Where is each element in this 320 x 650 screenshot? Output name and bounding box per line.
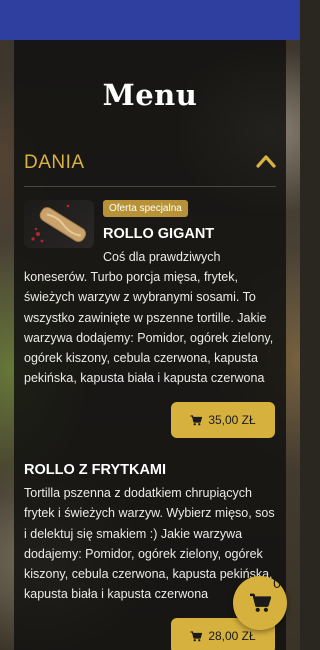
item-name: ROLLO Z FRYTKAMI: [24, 462, 167, 478]
special-offer-badge: Oferta specjalna: [103, 200, 188, 217]
price-label: 28,00 ZŁ: [208, 629, 256, 643]
section-title: DANIA: [24, 152, 85, 173]
cart-count-badge: 0: [273, 575, 281, 591]
section-divider: [24, 186, 276, 187]
status-bar: [0, 0, 300, 40]
add-to-cart-button[interactable]: 35,00 ZŁ: [171, 402, 275, 438]
section-header-dania[interactable]: DANIA: [24, 150, 278, 180]
page-title: Menu: [102, 78, 198, 112]
item-name: ROLLO GIGANT: [103, 226, 215, 242]
item-description: koneserów. Turbo porcja mięsa, frytek, ś…: [24, 270, 274, 386]
cart-icon: [190, 414, 203, 425]
item-image-rollo-gigant[interactable]: [24, 200, 94, 248]
cart-icon: [190, 630, 203, 641]
cart-icon: [250, 593, 271, 612]
price-label: 35,00 ZŁ: [208, 413, 256, 427]
item-description-first-line: Coś dla prawdziwych: [103, 250, 221, 264]
chevron-up-icon[interactable]: [256, 154, 276, 168]
